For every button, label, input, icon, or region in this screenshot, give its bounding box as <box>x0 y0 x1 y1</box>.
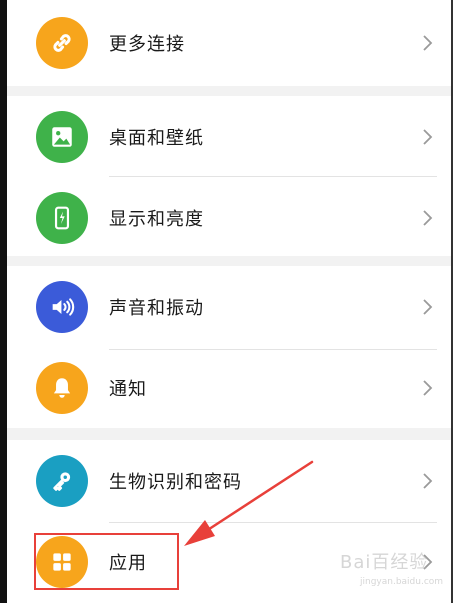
chevron-right-icon <box>423 380 433 396</box>
settings-item-label: 更多连接 <box>109 34 185 55</box>
settings-item-label: 显示和亮度 <box>109 209 204 230</box>
settings-item-biometrics-password[interactable]: 生物识别和密码 <box>7 440 451 522</box>
annotation-highlight-box <box>34 533 179 590</box>
settings-item-label: 桌面和壁纸 <box>109 128 204 149</box>
settings-item-label: 声音和振动 <box>109 298 204 319</box>
settings-group-display: 桌面和壁纸 显示和亮度 <box>7 96 451 256</box>
chevron-right-icon <box>423 129 433 145</box>
chevron-right-icon <box>423 299 433 315</box>
speaker-icon <box>36 281 88 333</box>
phone-brightness-icon <box>36 192 88 244</box>
settings-item-label: 通知 <box>109 379 147 400</box>
settings-group-sound-notifications: 声音和振动 通知 <box>7 266 451 428</box>
settings-group-connections: 更多连接 <box>7 0 451 86</box>
bell-icon <box>36 362 88 414</box>
link-icon <box>36 17 88 69</box>
settings-item-label: 生物识别和密码 <box>109 472 242 493</box>
chevron-right-icon <box>423 473 433 489</box>
settings-item-notifications[interactable]: 通知 <box>7 347 451 429</box>
image-icon <box>36 111 88 163</box>
settings-item-desktop-wallpaper[interactable]: 桌面和壁纸 <box>7 96 451 178</box>
watermark-url: jingyan.baidu.com <box>360 577 444 587</box>
device-bezel-left <box>0 0 7 603</box>
settings-item-sound-vibration[interactable]: 声音和振动 <box>7 266 451 348</box>
settings-screen: 更多连接 桌面和壁纸 显示和亮度 声音和振动 通知 生物识别和密码 应用 Bai… <box>0 0 453 603</box>
chevron-right-icon <box>423 35 433 51</box>
settings-item-more-connections[interactable]: 更多连接 <box>7 2 451 84</box>
key-icon <box>36 455 88 507</box>
settings-item-display-brightness[interactable]: 显示和亮度 <box>7 177 451 259</box>
chevron-right-icon <box>423 210 433 226</box>
watermark: Bai百经验 <box>340 552 429 573</box>
